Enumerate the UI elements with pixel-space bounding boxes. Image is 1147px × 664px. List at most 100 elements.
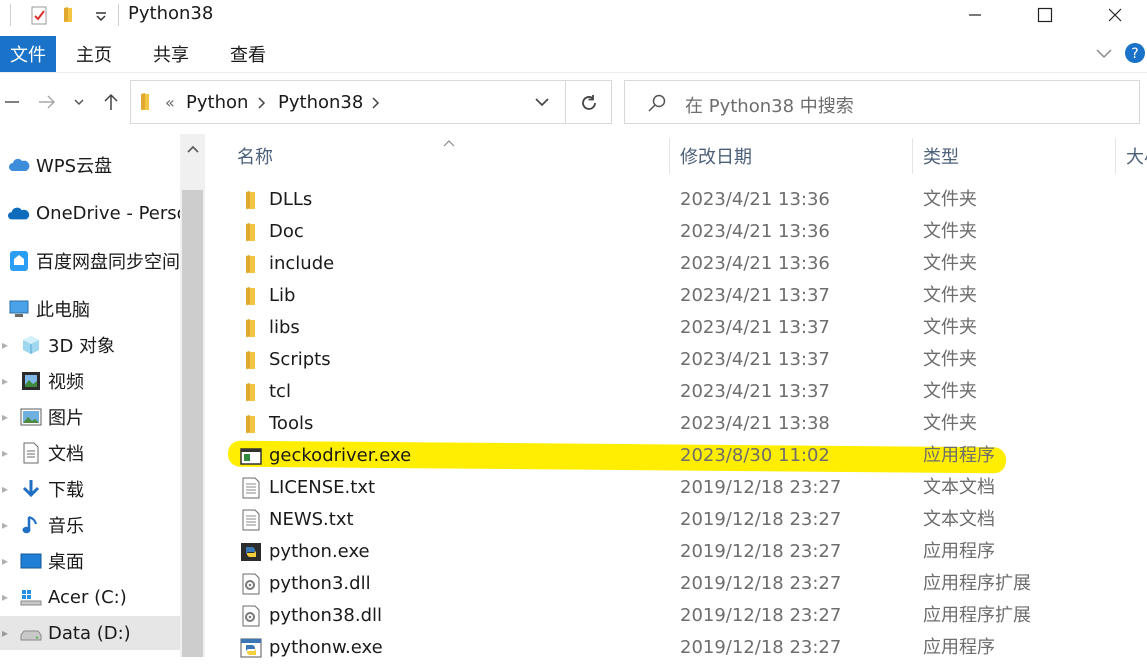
arrow-left-icon <box>5 101 19 103</box>
column-header-type[interactable]: 类型 <box>923 138 959 174</box>
scroll-up-icon[interactable] <box>185 140 201 159</box>
sidebar-item-documents[interactable]: 文档 <box>0 436 200 470</box>
list-item[interactable]: DLLs 2023/4/21 13:36 文件夹 <box>232 184 1147 216</box>
exe-icon <box>240 448 262 465</box>
title-divider <box>118 4 119 26</box>
folder-icon <box>246 223 255 241</box>
chevron-down-icon <box>535 98 549 107</box>
refresh-icon <box>582 95 596 110</box>
chevron-right-icon[interactable] <box>371 95 381 115</box>
arrow-right-icon <box>39 95 56 109</box>
tab-file[interactable]: 文件 <box>0 36 56 72</box>
python-icon <box>241 543 261 561</box>
list-item[interactable]: libs 2023/4/21 13:37 文件夹 <box>232 312 1147 344</box>
drive-icon <box>20 586 42 608</box>
forward-button[interactable] <box>32 84 62 120</box>
maximize-button[interactable] <box>1010 0 1080 30</box>
search-box[interactable]: 在 Python38 中搜索 <box>624 80 1140 124</box>
close-button[interactable] <box>1080 0 1147 30</box>
folder-icon <box>246 191 255 209</box>
list-item[interactable]: Scripts 2023/4/21 13:37 文件夹 <box>232 344 1147 376</box>
close-icon <box>1108 8 1122 22</box>
folder-icon <box>246 319 255 337</box>
sidebar-item-3d-objects[interactable]: 3D 对象 <box>0 328 200 362</box>
sidebar-item-music[interactable]: 音乐 <box>0 508 200 542</box>
list-item[interactable]: python38.dll 2019/12/18 23:27 应用程序扩展 <box>232 600 1147 632</box>
column-header-name[interactable]: 名称 <box>237 138 273 174</box>
breadcrumb-python[interactable]: Python <box>186 93 248 113</box>
sidebar-item-wps-cloud[interactable]: WPS云盘 <box>0 148 188 182</box>
column-divider[interactable] <box>1115 138 1116 174</box>
sidebar-item-baidu[interactable]: 百度网盘同步空间 <box>0 244 188 278</box>
address-bar[interactable]: « Python Python38 <box>130 80 566 124</box>
list-item[interactable]: python3.dll 2019/12/18 23:27 应用程序扩展 <box>232 568 1147 600</box>
back-button[interactable] <box>0 84 30 120</box>
title-bar: Python38 <box>0 0 1147 32</box>
breadcrumb-overflow[interactable]: « <box>165 93 175 113</box>
list-item[interactable]: LICENSE.txt 2019/12/18 23:27 文本文档 <box>232 472 1147 504</box>
sidebar-item-pictures[interactable]: 图片 <box>0 400 200 434</box>
sidebar-item-downloads[interactable]: 下载 <box>0 472 200 506</box>
sidebar-item-drive-d[interactable]: Data (D:) <box>0 616 200 650</box>
breadcrumb-python38[interactable]: Python38 <box>278 93 363 113</box>
maximize-icon <box>1037 7 1053 23</box>
video-icon <box>20 370 42 392</box>
list-item[interactable]: Tools 2023/4/21 13:38 文件夹 <box>232 408 1147 440</box>
tab-home[interactable]: 主页 <box>76 36 112 72</box>
document-icon <box>20 442 42 464</box>
folder-icon <box>246 287 255 305</box>
list-item[interactable]: Doc 2023/4/21 13:36 文件夹 <box>232 216 1147 248</box>
quick-access-divider <box>10 4 11 26</box>
list-item[interactable]: NEWS.txt 2019/12/18 23:27 文本文档 <box>232 504 1147 536</box>
window-title: Python38 <box>128 3 214 24</box>
onedrive-icon <box>8 202 30 224</box>
tab-view[interactable]: 查看 <box>230 36 266 72</box>
chevron-right-icon[interactable] <box>257 95 267 115</box>
folder-icon <box>137 92 157 116</box>
column-header-size[interactable]: 大小 <box>1126 138 1147 174</box>
column-divider[interactable] <box>912 138 913 174</box>
address-history-button[interactable] <box>533 93 551 115</box>
music-icon <box>20 514 42 536</box>
minimize-icon <box>969 14 981 16</box>
recent-locations-button[interactable] <box>66 84 92 120</box>
list-item[interactable]: tcl 2023/4/21 13:37 文件夹 <box>232 376 1147 408</box>
up-button[interactable] <box>96 84 126 120</box>
refresh-button[interactable] <box>566 80 612 124</box>
sidebar-scrollbar-thumb[interactable] <box>182 190 203 657</box>
folder-icon <box>246 415 255 433</box>
help-button[interactable]: ? <box>1124 42 1146 64</box>
sidebar-item-onedrive[interactable]: OneDrive - Personal <box>0 196 188 230</box>
tab-share[interactable]: 共享 <box>153 36 189 72</box>
desktop-icon <box>20 550 42 572</box>
expand-ribbon-button[interactable] <box>1092 42 1116 66</box>
new-folder-icon[interactable] <box>60 4 82 26</box>
dll-icon <box>242 605 260 627</box>
list-item[interactable]: python.exe 2019/12/18 23:27 应用程序 <box>232 536 1147 568</box>
column-header-date[interactable]: 修改日期 <box>680 138 752 174</box>
arrow-up-icon <box>104 93 118 110</box>
svg-text:?: ? <box>1131 46 1138 62</box>
list-item[interactable]: include 2023/4/21 13:36 文件夹 <box>232 248 1147 280</box>
properties-icon[interactable] <box>28 4 50 26</box>
drive-icon <box>20 622 42 644</box>
text-file-icon <box>242 477 260 499</box>
list-item[interactable]: geckodriver.exe 2023/8/30 11:02 应用程序 <box>232 440 1147 472</box>
picture-icon <box>20 406 42 428</box>
search-input[interactable]: 在 Python38 中搜索 <box>685 92 854 118</box>
list-item[interactable]: Lib 2023/4/21 13:37 文件夹 <box>232 280 1147 312</box>
column-divider[interactable] <box>669 138 670 174</box>
folder-icon <box>246 383 255 401</box>
minimize-button[interactable] <box>940 0 1010 30</box>
sidebar-item-drive-c[interactable]: Acer (C:) <box>0 580 200 614</box>
download-icon <box>20 478 42 500</box>
folder-icon <box>246 255 255 273</box>
list-item[interactable]: pythonw.exe 2019/12/18 23:27 应用程序 <box>232 632 1147 664</box>
dll-icon <box>242 573 260 595</box>
sidebar-item-this-pc[interactable]: 此电脑 <box>0 292 188 326</box>
sidebar-item-desktop[interactable]: 桌面 <box>0 544 200 578</box>
python-icon <box>240 638 262 658</box>
sidebar-item-videos[interactable]: 视频 <box>0 364 200 398</box>
ribbon-divider <box>0 72 1147 73</box>
customize-quick-access-icon[interactable] <box>90 4 112 26</box>
